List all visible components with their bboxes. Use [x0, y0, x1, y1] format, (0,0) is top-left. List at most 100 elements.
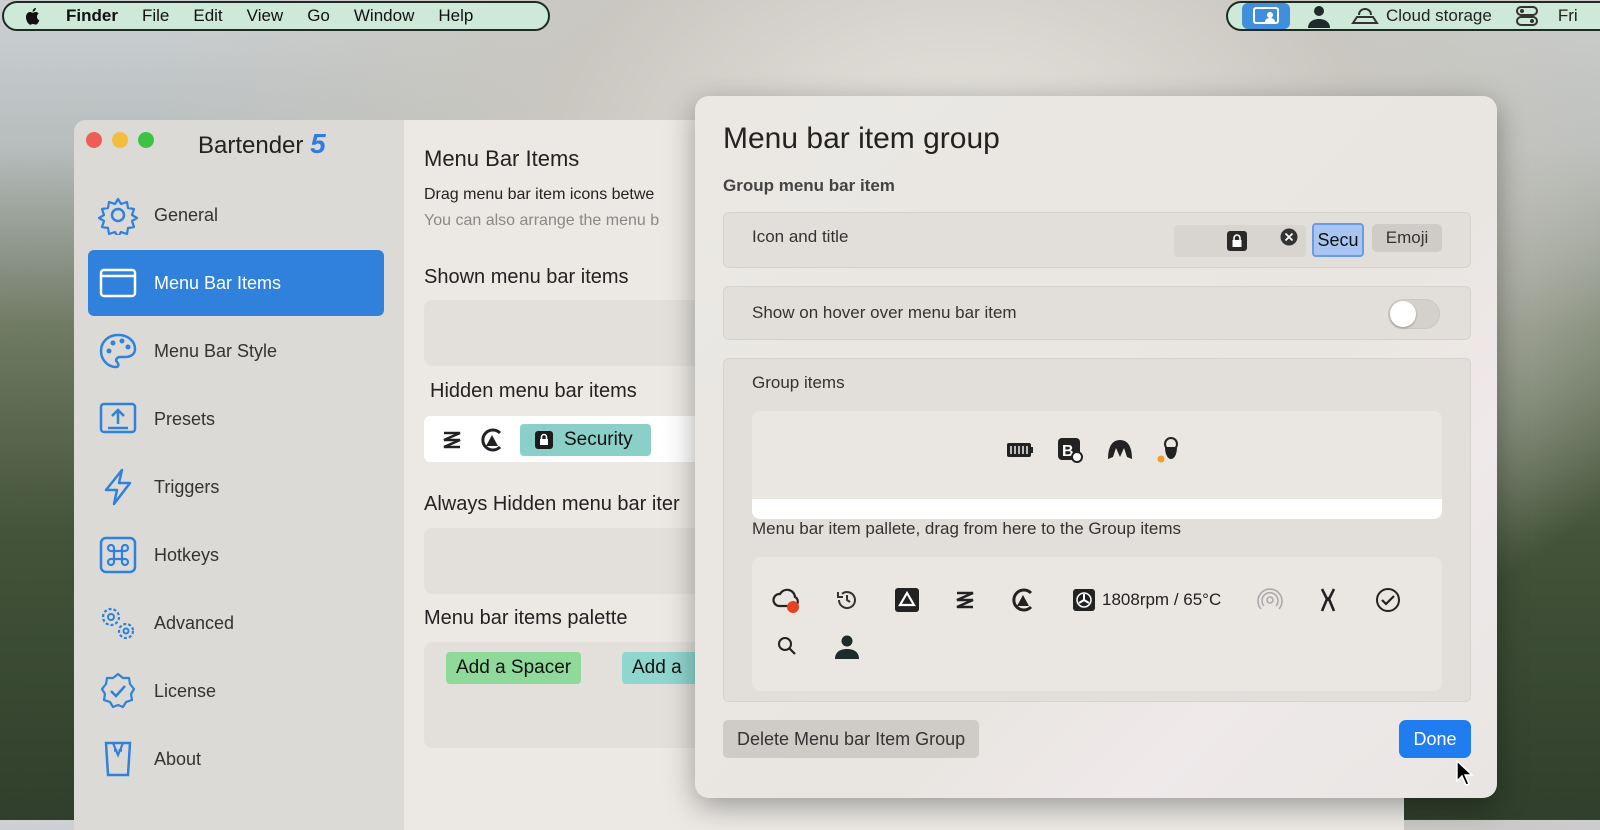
bolt-icon — [104, 468, 132, 506]
palette-icon — [99, 333, 137, 369]
menu-help[interactable]: Help — [438, 6, 473, 26]
title-input[interactable]: Secu — [1312, 223, 1364, 257]
hidden-items-list: Security — [440, 424, 651, 456]
alert-c-icon[interactable] — [478, 426, 506, 454]
group-items-list: B — [1006, 435, 1182, 465]
sidebar-item-triggers[interactable]: Triggers — [88, 454, 384, 520]
checkmark-circle-icon[interactable] — [1373, 585, 1403, 615]
fan-icon — [1073, 589, 1095, 611]
group-items-dropzone[interactable]: B — [752, 411, 1442, 501]
sidebar-item-license[interactable]: License — [88, 658, 384, 724]
security-group-pill[interactable]: Security — [520, 424, 651, 456]
sidebar-label-menu-bar-items: Menu Bar Items — [154, 272, 282, 293]
palette-title: Menu bar items palette — [424, 607, 628, 629]
sheet-title: Menu bar item group — [723, 122, 1000, 155]
sidebar-item-advanced[interactable]: Advanced — [88, 590, 384, 656]
zoom-window-button[interactable] — [138, 132, 154, 148]
icon-picker-field[interactable] — [1174, 225, 1306, 257]
page-description-secondary: You can also arrange the menu b — [424, 212, 660, 229]
hover-row: Show on hover over menu bar item — [723, 286, 1471, 340]
sidebar: Bartender 5 General Menu Bar Items Menu … — [74, 120, 404, 830]
apple-icon[interactable] — [24, 6, 42, 26]
palette-row-2 — [772, 631, 862, 661]
squiggle-app-icon[interactable] — [950, 585, 980, 615]
gears-icon — [101, 607, 135, 640]
tuxedo-icon — [104, 741, 132, 777]
battery-icon[interactable] — [1006, 440, 1034, 460]
user-silhouette-icon[interactable] — [832, 631, 862, 661]
group-items-label: Group items — [752, 373, 845, 392]
hover-toggle[interactable] — [1388, 299, 1440, 329]
screen-share-icon[interactable] — [1242, 3, 1290, 29]
always-hidden-title: Always Hidden menu bar iter — [424, 493, 680, 515]
backup-b-icon[interactable]: B — [1056, 436, 1084, 464]
shown-items-title: Shown menu bar items — [424, 266, 629, 288]
clear-icon[interactable] — [1280, 228, 1298, 246]
sidebar-label-hotkeys: Hotkeys — [154, 544, 220, 565]
malwarebytes-icon[interactable] — [1106, 437, 1134, 463]
minimize-window-button[interactable] — [112, 132, 128, 148]
menu-window[interactable]: Window — [354, 6, 414, 26]
google-drive-icon[interactable] — [892, 585, 922, 615]
fan-monitor-item[interactable]: 1808rpm / 65°C — [1072, 585, 1221, 615]
gear-icon — [98, 197, 138, 235]
sidebar-item-presets[interactable]: Presets — [88, 386, 384, 452]
menu-go[interactable]: Go — [307, 6, 330, 26]
lock-icon — [1227, 231, 1247, 251]
cloud-sync-icon[interactable] — [772, 585, 802, 615]
sidebar-label-menu-bar-style: Menu Bar Style — [154, 340, 278, 361]
sidebar-item-about[interactable]: About — [88, 726, 384, 792]
hover-label: Show on hover over menu bar item — [752, 303, 1017, 322]
icon-title-label: Icon and title — [752, 227, 849, 246]
group-items-panel: Group items B Menu bar item pallete, dra… — [723, 358, 1471, 702]
cloud-storage-label[interactable]: Cloud storage — [1386, 6, 1492, 26]
sheet-subtitle: Group menu bar item — [723, 176, 895, 195]
control-center-icon[interactable] — [1515, 5, 1538, 27]
tools-icon[interactable] — [1313, 585, 1343, 615]
user-silhouette-icon[interactable] — [1306, 4, 1332, 28]
group-items-dropzone-footer — [752, 499, 1442, 519]
mouse-cursor-icon — [1456, 760, 1474, 786]
brand-name: Bartender — [198, 132, 304, 159]
airdrop-icon[interactable] — [1255, 585, 1285, 615]
sidebar-label-triggers: Triggers — [154, 476, 220, 497]
item-palette: 1808rpm / 65°C — [752, 557, 1442, 691]
command-icon — [99, 536, 137, 574]
squiggle-app-icon[interactable] — [440, 428, 464, 452]
delete-group-button[interactable]: Delete Menu bar Item Group — [723, 720, 980, 758]
sidebar-item-hotkeys[interactable]: Hotkeys — [88, 522, 384, 588]
menu-bar-item-group-sheet: Menu bar item group Group menu bar item … — [695, 96, 1497, 798]
time-machine-icon[interactable] — [832, 585, 862, 615]
emoji-button[interactable]: Emoji — [1372, 224, 1442, 252]
badge-check-icon — [100, 672, 136, 709]
clock-label[interactable]: Fri — [1558, 6, 1578, 26]
search-icon[interactable] — [772, 631, 802, 661]
done-button[interactable]: Done — [1399, 720, 1471, 758]
toggle-knob — [1390, 301, 1416, 327]
lock-icon — [535, 431, 553, 449]
menu-view[interactable]: View — [247, 6, 284, 26]
menu-bar-left: Finder File Edit View Go Window Help — [2, 1, 550, 31]
cloud-drive-icon[interactable] — [1350, 5, 1380, 27]
window-icon — [99, 268, 137, 298]
upload-icon — [99, 402, 137, 434]
sidebar-label-advanced: Advanced — [154, 612, 235, 633]
menu-app-finder[interactable]: Finder — [66, 6, 118, 26]
add-spacer-button[interactable]: Add a Spacer — [446, 652, 582, 684]
sidebar-label-about: About — [154, 748, 202, 769]
alert-c-icon[interactable] — [1008, 585, 1038, 615]
palette-row-1: 1808rpm / 65°C — [772, 585, 1403, 615]
app-brand: Bartender 5 — [198, 128, 326, 160]
sidebar-item-menu-bar-items[interactable]: Menu Bar Items — [88, 250, 384, 316]
palette-label: Menu bar item pallete, drag from here to… — [752, 519, 1181, 538]
fan-readout: 1808rpm / 65°C — [1102, 590, 1222, 609]
brand-version: 5 — [310, 128, 326, 159]
menu-file[interactable]: File — [142, 6, 169, 26]
sidebar-item-menu-bar-style[interactable]: Menu Bar Style — [88, 318, 384, 384]
menu-edit[interactable]: Edit — [193, 6, 222, 26]
bearded-face-icon[interactable] — [1156, 435, 1182, 465]
hidden-items-title: Hidden menu bar items — [430, 380, 637, 402]
close-window-button[interactable] — [86, 132, 102, 148]
sidebar-nav: General Menu Bar Items Menu Bar Style Pr… — [88, 182, 384, 794]
sidebar-item-general[interactable]: General — [88, 182, 384, 248]
